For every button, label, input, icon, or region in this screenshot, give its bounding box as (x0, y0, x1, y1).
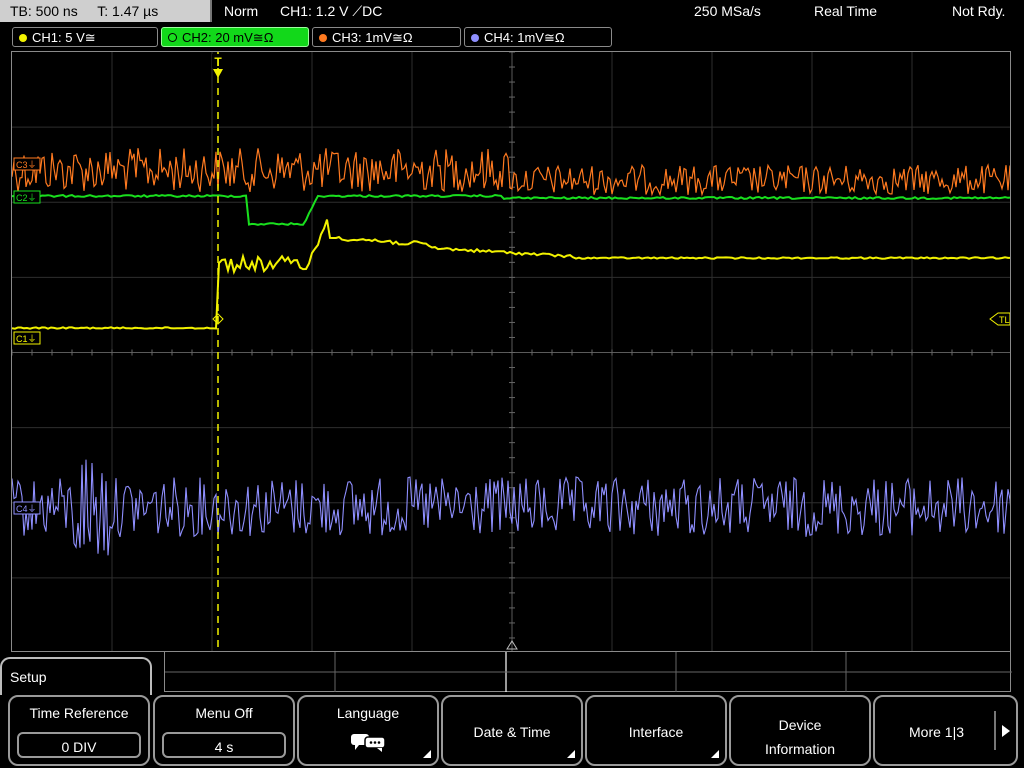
ch3-marker-label: C3⏚ (16, 160, 37, 170)
time-reference-value: 0 DIV (17, 732, 141, 758)
waveform-canvas: T C1⏚ C3⏚ C2⏚ C4⏚ TL (12, 52, 1010, 651)
waveform-display[interactable]: T C1⏚ C3⏚ C2⏚ C4⏚ TL (11, 51, 1011, 652)
device-information-softkey[interactable]: Device Information (729, 695, 871, 766)
date-time-softkey[interactable]: Date & Time (441, 695, 583, 766)
trigger-mode[interactable]: Norm (224, 0, 258, 22)
device-information-label: Device Information (764, 717, 836, 757)
ch2-marker-label: C2⏚ (16, 193, 37, 203)
channel-4-button[interactable]: CH4: 1mV≅Ω (464, 27, 612, 47)
ch2-dot-icon (168, 33, 177, 43)
trigger-time-readout: T: 1.47 µs (97, 3, 159, 19)
submenu-indicator-icon (711, 750, 719, 758)
more-softkey[interactable]: More 1|3 (873, 695, 1018, 766)
submenu-indicator-icon (567, 750, 575, 758)
ch2-ground-marker[interactable]: C2⏚ (13, 190, 41, 204)
channel-1-button[interactable]: CH1: 5 V≅ (12, 27, 158, 47)
ch1-dot-icon (19, 33, 27, 42)
ch1-ground-marker[interactable]: C1⏚ (13, 331, 41, 345)
channel-1-label: CH1: 5 V≅ (32, 30, 96, 45)
ch3-ground-marker[interactable]: C3⏚ (13, 157, 41, 171)
trigger-level-label: TL (999, 315, 1010, 325)
channel-4-label: CH4: 1mV≅Ω (484, 30, 565, 45)
menu-off-softkey[interactable]: Menu Off 4 s (153, 695, 295, 766)
trigger-level-marker[interactable]: TL (989, 312, 1010, 326)
channel-2-button[interactable]: CH2: 20 mV≅Ω (161, 27, 309, 47)
language-label: Language (336, 705, 400, 721)
ch3-dot-icon (319, 33, 327, 42)
sample-rate: 250 MSa/s (694, 3, 761, 19)
language-softkey[interactable]: Language (297, 695, 439, 766)
trigger-marker-text: T (214, 55, 222, 69)
more-separator (994, 711, 996, 750)
menu-off-label: Menu Off (195, 705, 253, 721)
menu-off-value: 4 s (162, 732, 286, 758)
channel-3-button[interactable]: CH3: 1mV≅Ω (312, 27, 461, 47)
channel-2-label: CH2: 20 mV≅Ω (182, 30, 274, 45)
interface-softkey[interactable]: Interface (585, 695, 727, 766)
trigger-position-marker[interactable]: T (212, 54, 224, 78)
time-reference-softkey[interactable]: Time Reference 0 DIV (8, 695, 150, 766)
timebase-box[interactable]: TB: 500 ns T: 1.47 µs (0, 0, 212, 22)
ch1-marker-label: C1⏚ (16, 334, 37, 344)
status-bar: TB: 500 ns T: 1.47 µs Norm CH1: 1.2 V ⟋D… (0, 0, 1024, 24)
softkey-bar: Time Reference 0 DIV Menu Off 4 s Langua… (0, 695, 1024, 768)
ch4-marker-label: C4⏚ (16, 504, 37, 514)
channel-bar: CH1: 5 V≅ CH2: 20 mV≅Ω CH3: 1mV≅Ω CH4: 1… (0, 27, 1024, 49)
menu-title-tab: Setup (0, 657, 152, 697)
ready-state: Not Rdy. (952, 3, 1006, 19)
trigger-source-level[interactable]: CH1: 1.2 V ⟋DC (280, 0, 382, 22)
ch4-dot-icon (471, 33, 479, 42)
zoom-strip (164, 652, 1012, 692)
menu-title: Setup (10, 669, 47, 685)
acquisition-mode: Real Time (814, 3, 878, 19)
channel-3-label: CH3: 1mV≅Ω (332, 30, 413, 45)
submenu-indicator-icon (423, 750, 431, 758)
interface-label: Interface (628, 724, 684, 740)
speech-bubble-icon (351, 734, 386, 752)
date-time-label: Date & Time (473, 724, 551, 740)
graticule (12, 52, 1010, 651)
next-page-arrow-icon (1002, 725, 1010, 737)
ch4-ground-marker[interactable]: C4⏚ (13, 501, 41, 515)
timebase-readout: TB: 500 ns (10, 3, 78, 19)
time-reference-label: Time Reference (29, 705, 129, 721)
